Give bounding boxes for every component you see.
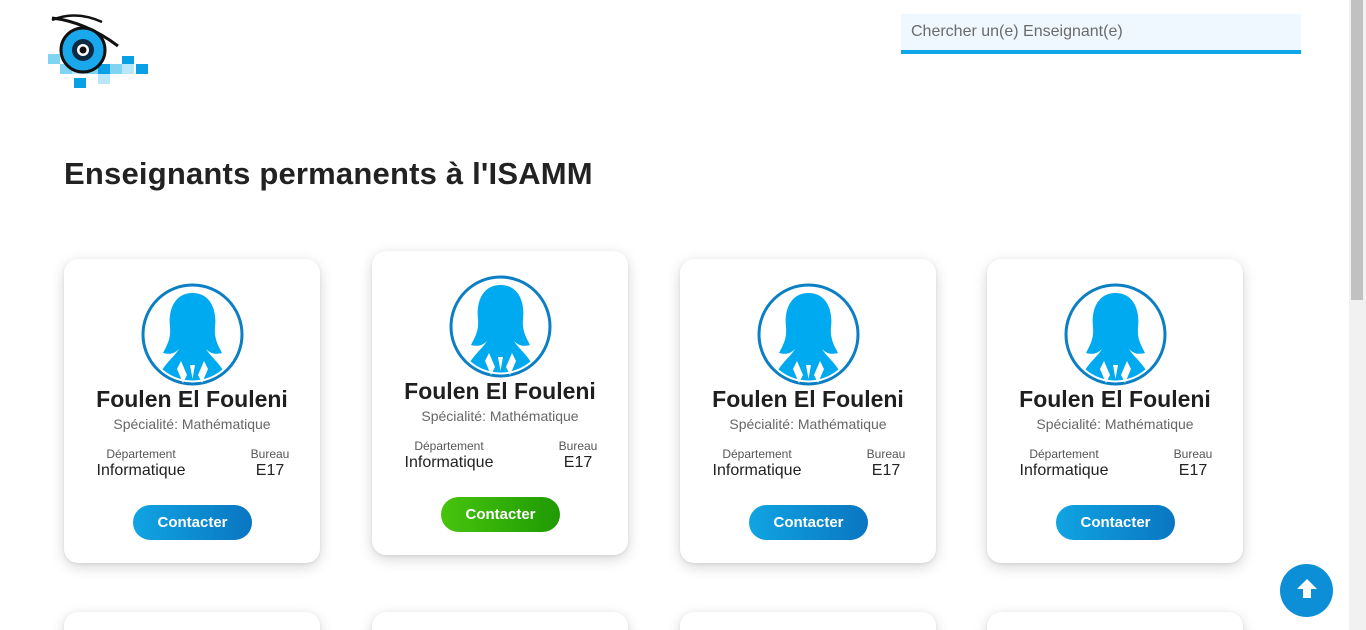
scrollbar-thumb[interactable] xyxy=(1351,0,1363,300)
teacher-specialty: Spécialité: Mathématique xyxy=(1036,416,1194,432)
department-label: Département xyxy=(1029,447,1099,461)
teacher-name: Foulen El Fouleni xyxy=(712,386,904,412)
department-label: Département xyxy=(414,439,484,453)
teacher-specialty: Spécialité: Mathématique xyxy=(729,416,887,432)
department-value: Informatique xyxy=(96,462,186,479)
office-info: Bureau E17 xyxy=(242,447,298,480)
female-avatar-icon xyxy=(757,283,860,386)
teacher-card xyxy=(372,612,628,630)
department-info: Département Informatique xyxy=(396,439,502,472)
teacher-specialty: Spécialité: Mathématique xyxy=(421,408,579,424)
female-avatar-icon xyxy=(1064,283,1167,386)
contact-button[interactable]: Contacter xyxy=(133,505,252,540)
office-value: E17 xyxy=(255,462,285,479)
teacher-card: Foulen El Fouleni Spécialité: Mathématiq… xyxy=(372,251,628,555)
teacher-card xyxy=(680,612,936,630)
department-label: Département xyxy=(106,447,176,461)
teacher-card: Foulen El Fouleni Spécialité: Mathématiq… xyxy=(987,259,1243,563)
department-value: Informatique xyxy=(1019,462,1109,479)
search-input[interactable] xyxy=(901,14,1301,54)
office-label: Bureau xyxy=(250,447,290,461)
office-value: E17 xyxy=(871,462,901,479)
department-value: Informatique xyxy=(712,462,802,479)
arrow-up-icon xyxy=(1296,578,1318,603)
teacher-card xyxy=(987,612,1243,630)
female-avatar-icon xyxy=(449,275,552,378)
department-label: Département xyxy=(722,447,792,461)
contact-button[interactable]: Contacter xyxy=(1056,505,1175,540)
office-label: Bureau xyxy=(866,447,906,461)
office-value: E17 xyxy=(563,454,593,471)
office-info: Bureau E17 xyxy=(858,447,914,480)
department-value: Informatique xyxy=(404,454,494,471)
contact-button[interactable]: Contacter xyxy=(749,505,868,540)
teacher-name: Foulen El Fouleni xyxy=(404,378,596,404)
department-info: Département Informatique xyxy=(1011,447,1117,480)
office-info: Bureau E17 xyxy=(550,439,606,472)
department-info: Département Informatique xyxy=(704,447,810,480)
scroll-to-top-button[interactable] xyxy=(1280,564,1333,617)
office-label: Bureau xyxy=(558,439,598,453)
teacher-card: Foulen El Fouleni Spécialité: Mathématiq… xyxy=(64,259,320,563)
department-info: Département Informatique xyxy=(88,447,194,480)
contact-button[interactable]: Contacter xyxy=(441,497,560,532)
office-label: Bureau xyxy=(1173,447,1213,461)
teacher-name: Foulen El Fouleni xyxy=(96,386,288,412)
teacher-card: Foulen El Fouleni Spécialité: Mathématiq… xyxy=(680,259,936,563)
office-value: E17 xyxy=(1178,462,1208,479)
teacher-card xyxy=(64,612,320,630)
page-title: Enseignants permanents à l'ISAMM xyxy=(64,156,593,191)
office-info: Bureau E17 xyxy=(1165,447,1221,480)
teacher-specialty: Spécialité: Mathématique xyxy=(113,416,271,432)
female-avatar-icon xyxy=(141,283,244,386)
teacher-name: Foulen El Fouleni xyxy=(1019,386,1211,412)
isamm-logo[interactable] xyxy=(46,12,150,92)
